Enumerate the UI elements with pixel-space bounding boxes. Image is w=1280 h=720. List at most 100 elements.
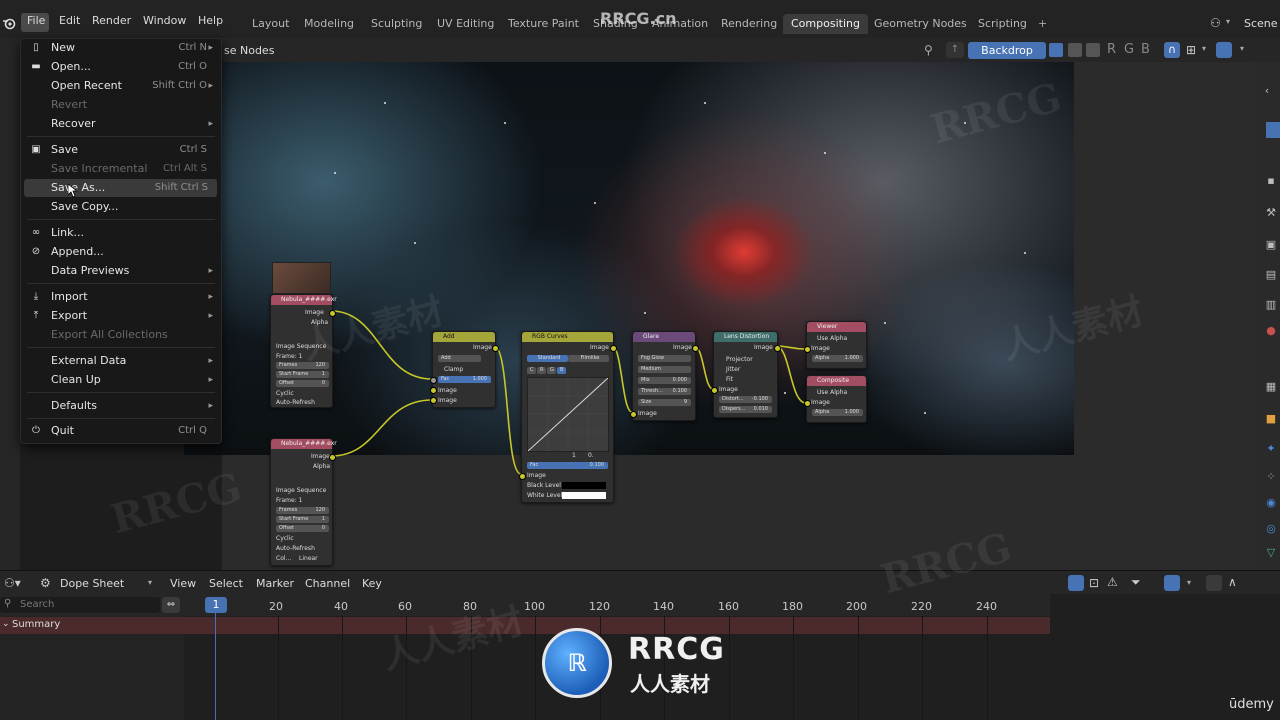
wrench-icon[interactable]: ⚒ [1264,206,1278,220]
socket-out-image[interactable] [492,345,499,352]
viewer-node[interactable]: Viewer Use Alpha Image Alpha 1.000 [804,321,867,369]
socket-out-image[interactable] [329,454,336,461]
viewer-alpha[interactable]: Alpha 1.000 [812,355,863,362]
add-node-mode[interactable]: Add [438,355,481,362]
image-node-2-cyclic[interactable]: Cyclic [276,535,294,542]
particles-icon[interactable]: ⁘ [1264,470,1278,484]
menu-item-open[interactable]: ▬ Open... Ctrl O [21,58,219,76]
socket-in-image[interactable] [630,411,637,418]
socket-out-image[interactable] [692,345,699,352]
white-level-swatch[interactable] [562,492,606,499]
curve-channel-c[interactable]: C [527,367,536,374]
snap-icon[interactable] [1164,575,1180,591]
image-node-2-auto[interactable]: Auto-Refresh [276,545,315,552]
menu-item-import[interactable]: ⤓ Import ▸ [21,288,219,306]
errors-icon[interactable]: ⚠ [1107,575,1118,589]
physics-icon[interactable]: ◉ [1264,496,1278,510]
image-node-1-offset[interactable]: Offset 0 [276,380,329,387]
lens-distort[interactable]: Distort... -0.100 [719,396,772,403]
editor-type-icon[interactable]: ⚇▾ [4,576,21,590]
render-icon[interactable]: ▣ [1264,238,1278,252]
playhead-line[interactable] [215,613,216,720]
glare-title[interactable]: Glare [633,332,695,342]
black-level-swatch[interactable] [562,482,606,489]
menu-item-data-previews[interactable]: Data Previews ▸ [21,262,219,280]
socket-in-fac[interactable] [430,377,437,384]
tool-icon[interactable]: ▪ [1264,174,1278,188]
viewer-title[interactable]: Viewer [807,322,866,332]
menu-item-save-incremental[interactable]: Save Incremental Ctrl Alt S [21,160,219,178]
glare-mix[interactable]: Mix 0.000 [638,377,691,384]
rgb-curves-fac[interactable]: Fac 0.100 [527,462,608,469]
search-field[interactable]: ⚲ Search [0,597,160,613]
glare-size[interactable]: Size 9 [638,399,691,406]
menu-item-defaults[interactable]: Defaults ▸ [21,397,219,415]
dopesheet-mode-icon[interactable]: ⚙ [40,576,51,590]
socket-in-image[interactable] [519,473,526,480]
lens-dispersion[interactable]: Dispers... 0.010 [719,406,772,413]
scene-icon[interactable]: ● [1264,324,1278,338]
rgb-curves-tab-standard[interactable]: Standard [527,355,568,362]
menu-item-save-as[interactable]: Save As... Shift Ctrl S [24,179,217,197]
constraints-icon[interactable]: ◎ [1264,522,1278,536]
add-node-clamp[interactable]: Clamp [444,366,463,373]
data-icon[interactable]: ▽ [1264,546,1278,560]
menu-item-open-recent[interactable]: Open Recent Shift Ctrl O ▸ [21,77,219,95]
glare-threshold[interactable]: Thresh... 0.100 [638,388,691,395]
menu-item-recover[interactable]: Recover ▸ [21,115,219,133]
socket-out-image[interactable] [610,345,617,352]
show-hidden-icon[interactable]: ⊡ [1089,576,1099,590]
lens-jitter[interactable]: Jitter [726,366,740,373]
lens-fit[interactable]: Fit [726,376,733,383]
modifier-icon[interactable]: ✦ [1264,442,1278,456]
chevron-down-icon[interactable]: ▾ [1187,578,1191,587]
glare-node[interactable]: Glare Image Fog Glow Medium Mix 0.000 Thr… [630,331,699,421]
image-node-2-start[interactable]: Start Frame 1 [276,516,329,523]
curve-value-2[interactable]: 0. [588,452,594,459]
image-node-1-start[interactable]: Start Frame 1 [276,371,329,378]
dope-menu-view[interactable]: View [170,577,196,590]
curve-graph[interactable] [527,377,609,452]
lens-projector[interactable]: Projector [726,356,753,363]
image-node-1-auto[interactable]: Auto-Refresh [276,399,315,406]
image-node-2-linear[interactable]: Linear [299,555,318,562]
menu-item-quit[interactable]: ⏻ Quit Ctrl Q [21,422,219,440]
composite-node[interactable]: Composite Use Alpha Image Alpha 1.000 [804,375,867,423]
lens-title[interactable]: Lens Distortion [714,332,777,342]
image-node-2[interactable]: Nebula_####.exr Image Alpha Image Sequen… [270,438,337,566]
only-selected-icon[interactable] [1068,575,1084,591]
object-icon[interactable]: ■ [1264,412,1278,426]
rgb-curves-title[interactable]: RGB Curves [522,332,613,342]
curve-channel-b[interactable]: B [557,367,566,374]
image-node-2-offset[interactable]: Offset 0 [276,525,329,532]
menu-item-export[interactable]: ⤒ Export ▸ [21,307,219,325]
dope-menu-marker[interactable]: Marker [256,577,294,590]
curve-channel-g[interactable]: G [547,367,556,374]
curve-channel-r[interactable]: R [537,367,546,374]
menu-item-save-copy[interactable]: Save Copy... [21,198,219,216]
menu-item-save[interactable]: ▣ Save Ctrl S [21,141,219,159]
image-node-2-frames[interactable]: Frames 120 [276,507,329,514]
socket-out-image[interactable] [774,345,781,352]
menu-item-export-all[interactable]: Export All Collections [21,326,219,344]
dopesheet-mode-select[interactable]: Dope Sheet [60,577,124,590]
proportional-edit-icon[interactable] [1206,575,1222,591]
current-frame-indicator[interactable]: 1 [205,597,227,613]
menu-item-append[interactable]: ⊘ Append... [21,243,219,261]
chevron-left-icon[interactable]: ‹ [1260,84,1274,98]
menu-item-revert[interactable]: Revert [21,96,219,114]
image-node-1-title[interactable]: Nebula_####.exr [271,295,337,305]
add-node-fac[interactable]: Fac 1.000 [438,376,491,383]
curve-value-1[interactable]: 1 [572,452,576,459]
socket-in-image[interactable] [804,346,811,353]
menu-item-link[interactable]: ∞ Link... [21,224,219,242]
add-node[interactable]: Add Image Add Clamp Fac 1.000 Image Image [430,331,499,408]
socket-in-image[interactable] [711,387,718,394]
glare-quality[interactable]: Medium [638,366,691,373]
lens-distortion-node[interactable]: Lens Distortion Image Projector Jitter F… [711,331,781,418]
view-layer-icon[interactable]: ▥ [1264,298,1278,312]
swap-icon[interactable]: ⇔ [162,597,180,613]
viewer-use-alpha[interactable]: Use Alpha [817,335,847,342]
rgb-curves-tab-filmlike[interactable]: Filmlike [568,355,609,362]
dope-menu-select[interactable]: Select [209,577,243,590]
